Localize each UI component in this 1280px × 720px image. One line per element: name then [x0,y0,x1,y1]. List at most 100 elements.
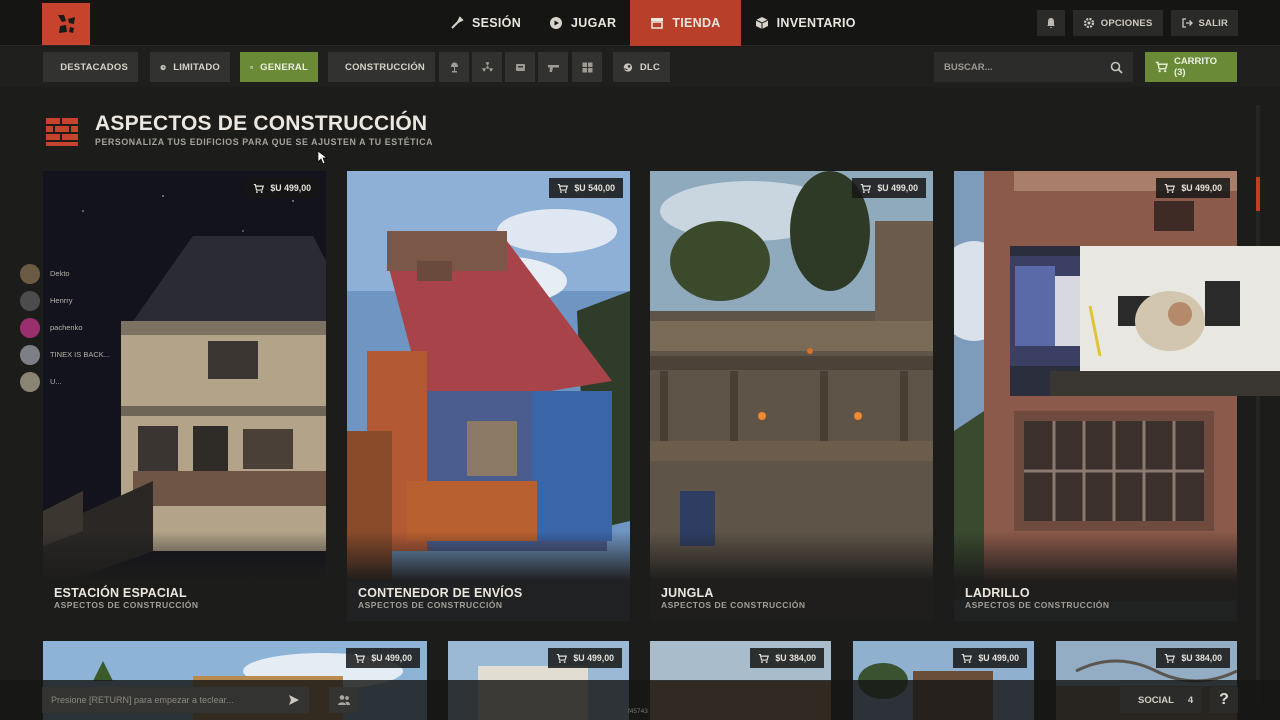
nav-inventario-label: INVENTARIO [776,16,856,30]
nav-tienda[interactable]: TIENDA [630,0,741,46]
notifications-button[interactable] [1036,10,1065,36]
price-tag[interactable]: $U 540,00 [549,178,623,198]
price-label: $U 384,00 [1181,653,1222,663]
social-count: 4 [1187,694,1194,706]
price-tag[interactable]: $U 499,00 [852,178,926,198]
friend-name: U... [50,377,62,386]
product-name: JUNGLA [661,586,714,600]
product-category: ASPECTOS DE CONSTRUCCIÓN [358,600,503,610]
price-label: $U 499,00 [573,653,614,663]
avatar [20,290,40,311]
nav-sesion[interactable]: SESIÓN [436,0,535,46]
product-category: ASPECTOS DE CONSTRUCCIÓN [54,600,199,610]
price-label: $U 499,00 [877,183,918,193]
filter-general[interactable]: GENERAL [240,52,318,82]
product-name: ESTACIÓN ESPACIAL [54,586,187,600]
price-label: $U 384,00 [775,653,816,663]
nav-inventario[interactable]: INVENTARIO [741,0,870,46]
main-nav: SESIÓN JUGAR TIENDA INVENTARIO [436,0,870,46]
webcam-overlay [1010,246,1280,396]
friend-name: Dekto [50,269,70,278]
store-icon [651,18,664,29]
store-content: ASPECTOS DE CONSTRUCCIÓN PERSONALIZA TUS… [0,87,1280,720]
store-icon [250,65,253,69]
filter-weapons[interactable] [538,52,568,82]
nav-tienda-label: TIENDA [672,16,721,30]
party-button[interactable] [329,687,358,713]
price-label: $U 540,00 [574,183,615,193]
filter-dlc-label: DLC [639,61,660,73]
nav-sesion-label: SESIÓN [472,16,522,30]
friends-overlay: Dekto Henrry pachenko TINEX IS BACK... U… [20,260,150,395]
avatar [20,371,40,392]
friend-name: pachenko [50,323,83,332]
search-box [934,52,1133,82]
product-name: CONTENEDOR DE ENVÍOS [358,586,523,600]
filter-dlc[interactable]: DLC [613,52,670,82]
social-label: SOCIAL [1138,694,1174,706]
price-tag[interactable]: $U 499,00 [1156,178,1230,198]
product-card-ladrillo[interactable]: $U 499,00 LADRILLO ASPECTOS DE CONSTRUCC… [954,171,1237,621]
social-button[interactable]: SOCIAL 4 [1120,687,1202,713]
price-tag[interactable]: $U 499,00 [245,178,319,198]
filter-misc[interactable] [572,52,602,82]
friend-row[interactable]: U... [20,368,150,395]
filter-lamp[interactable] [439,52,469,82]
filter-destacados-label: DESTACADOS [60,61,128,73]
search-icon[interactable] [1110,61,1123,74]
cart-label: CARRITO (3) [1173,56,1218,78]
filter-clothing[interactable] [505,52,535,82]
box-icon [755,17,768,29]
chat-box [42,687,309,713]
product-card-contenedor-de-envios[interactable]: $U 540,00 CONTENEDOR DE ENVÍOS ASPECTOS … [347,171,630,621]
price-tag[interactable]: $U 499,00 [346,648,420,668]
price-tag[interactable]: $U 499,00 [953,648,1027,668]
scrollbar-thumb[interactable] [1256,177,1260,211]
product-category: ASPECTOS DE CONSTRUCCIÓN [965,600,1110,610]
rust-logo-icon[interactable] [42,3,90,45]
price-tag[interactable]: $U 499,00 [548,648,622,668]
filter-limitado[interactable]: LIMITADO [150,52,230,82]
friend-name: TINEX IS BACK... [50,350,111,359]
friend-row[interactable]: TINEX IS BACK... [20,341,150,368]
product-card-estacion-espacial[interactable]: $U 499,00 ESTACIÓN ESPACIAL ASPECTOS DE … [43,171,326,621]
filter-limitado-label: LIMITADO [173,61,220,73]
nav-jugar[interactable]: JUGAR [535,0,630,46]
top-navigation: SESIÓN JUGAR TIENDA INVENTARIO OPCIONES … [0,0,1280,46]
cart-button[interactable]: CARRITO (3) [1145,52,1237,82]
filter-construccion-label: CONSTRUCCIÓN [345,61,425,73]
exit-label: SALIR [1198,17,1228,29]
filter-destacados[interactable]: DESTACADOS [43,52,138,82]
radiation-icon [481,61,493,72]
search-input[interactable] [944,61,1110,73]
build-id: f45743 [628,708,648,715]
send-icon[interactable] [288,694,300,706]
options-label: OPCIONES [1100,17,1153,29]
product-card-jungla[interactable]: $U 499,00 JUNGLA ASPECTOS DE CONSTRUCCIÓ… [650,171,933,621]
friend-row[interactable]: Henrry [20,287,150,314]
cart-icon [557,653,568,663]
price-tag[interactable]: $U 384,00 [750,648,824,668]
price-label: $U 499,00 [371,653,412,663]
friend-row[interactable]: Dekto [20,260,150,287]
play-icon [550,17,563,29]
price-label: $U 499,00 [978,653,1019,663]
price-label: $U 499,00 [1181,183,1222,193]
page-subtitle: PERSONALIZA TUS EDIFICIOS PARA QUE SE AJ… [95,137,434,147]
filter-construccion[interactable]: CONSTRUCCIÓN [328,52,435,82]
friend-row[interactable]: pachenko [20,314,150,341]
help-button[interactable]: ? [1210,687,1238,713]
top-right-actions: OPCIONES SALIR [1036,10,1238,36]
grid-icon [582,62,592,72]
avatar [20,263,40,284]
options-button[interactable]: OPCIONES [1072,10,1163,36]
chat-input[interactable] [51,695,288,705]
price-tag[interactable]: $U 384,00 [1156,648,1230,668]
exit-icon [1181,18,1193,28]
wrench-icon [451,16,464,29]
clothing-icon [515,63,525,71]
exit-button[interactable]: SALIR [1170,10,1238,36]
filter-radiation[interactable] [472,52,502,82]
cart-icon [558,183,569,193]
filter-bar: DESTACADOS LIMITADO GENERAL CONSTRUCCIÓN… [0,47,1280,87]
